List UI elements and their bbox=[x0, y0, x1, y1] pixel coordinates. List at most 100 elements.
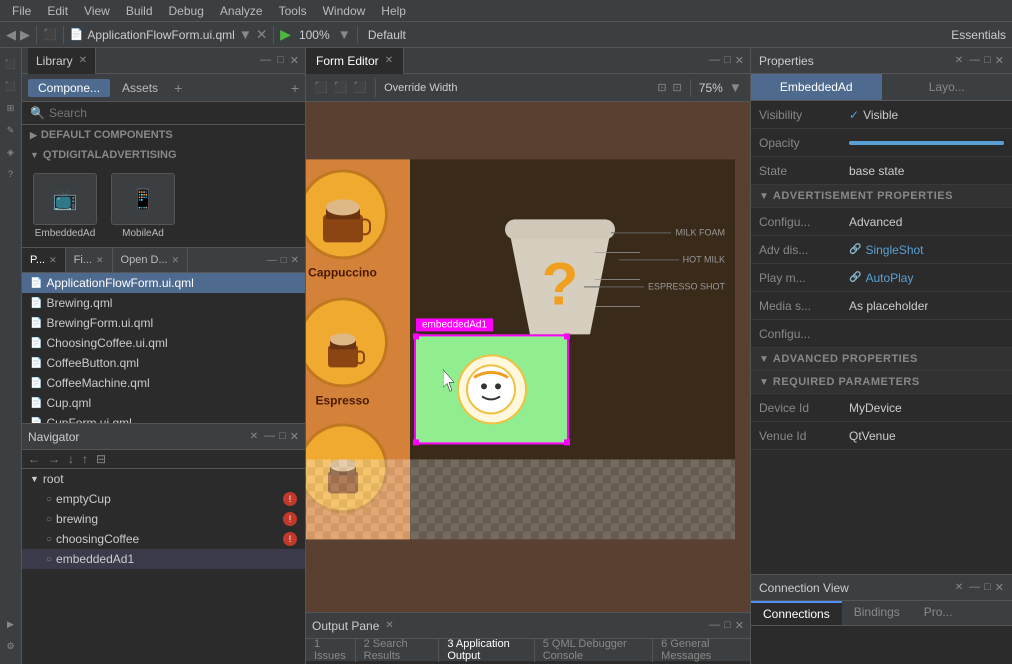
props-close[interactable]: ✕ bbox=[955, 55, 963, 66]
search-input[interactable] bbox=[49, 106, 297, 120]
editor-zoom-dropdown[interactable]: ▼ bbox=[729, 80, 742, 95]
menu-file[interactable]: File bbox=[4, 4, 39, 18]
prop-value-medias[interactable]: As placeholder bbox=[849, 299, 928, 313]
file-item-3[interactable]: 📄 ChoosingCoffee.ui.qml bbox=[22, 333, 305, 353]
nav-cls[interactable]: ✕ bbox=[290, 430, 299, 443]
toolbar-stop[interactable]: ⬛ bbox=[43, 28, 57, 41]
toolbar-back[interactable]: ◀ bbox=[6, 27, 16, 43]
file-item-7[interactable]: 📄 CupForm.ui.qml bbox=[22, 413, 305, 423]
conn-tab-bindings[interactable]: Bindings bbox=[842, 601, 912, 625]
prop-value-advdis[interactable]: SingleShot bbox=[865, 243, 923, 257]
status-general[interactable]: 6 General Messages bbox=[653, 638, 750, 662]
file-item-1[interactable]: 📄 Brewing.qml bbox=[22, 293, 305, 313]
editor-max[interactable]: □ bbox=[724, 54, 731, 67]
add-component[interactable]: + bbox=[174, 80, 182, 96]
icon-bar-item-6[interactable]: ? bbox=[3, 166, 19, 182]
prop-value-config1[interactable]: Advanced bbox=[849, 215, 902, 229]
nav-up-btn[interactable]: ↑ bbox=[82, 452, 88, 466]
conn-close[interactable]: ✕ bbox=[955, 582, 963, 593]
status-qmldebug[interactable]: 5 QML Debugger Console bbox=[535, 638, 653, 662]
toolbar-dropdown[interactable]: ▼ bbox=[239, 27, 252, 42]
editor-tool-snapping[interactable]: ⊡ bbox=[657, 81, 666, 94]
file-tab-p[interactable]: P... ✕ bbox=[22, 248, 66, 272]
editor-tab-form-close[interactable]: ✕ bbox=[385, 55, 393, 66]
file-tab-opend-close[interactable]: ✕ bbox=[172, 255, 180, 266]
qtdigital-header[interactable]: ▼ QTDIGITALADVERTISING bbox=[22, 145, 305, 165]
assets-add[interactable]: + bbox=[291, 80, 299, 96]
conn-tab-pro[interactable]: Pro... bbox=[912, 601, 965, 625]
file-item-4[interactable]: 📄 CoffeeButton.qml bbox=[22, 353, 305, 373]
file-item-6[interactable]: 📄 Cup.qml bbox=[22, 393, 305, 413]
icon-bar-item-8[interactable]: ⚙ bbox=[3, 638, 19, 654]
menu-analyze[interactable]: Analyze bbox=[212, 4, 271, 18]
ad-props-section-header[interactable]: ▼ ADVERTISEMENT PROPERTIES bbox=[751, 185, 1012, 208]
out-cls[interactable]: ✕ bbox=[735, 619, 744, 632]
nav-down-btn[interactable]: ↓ bbox=[68, 452, 74, 466]
opacity-slider[interactable] bbox=[849, 141, 1004, 145]
nav-max[interactable]: □ bbox=[279, 430, 286, 443]
output-pane-close[interactable]: ✕ bbox=[385, 620, 393, 631]
menu-window[interactable]: Window bbox=[315, 4, 374, 18]
icon-bar-item-5[interactable]: ◈ bbox=[3, 144, 19, 160]
icon-bar-item-4[interactable]: ✎ bbox=[3, 122, 19, 138]
toolbar-run[interactable]: ▶ bbox=[280, 26, 291, 43]
file-tab-fi[interactable]: Fi... ✕ bbox=[66, 248, 113, 272]
library-tab[interactable]: Library ✕ bbox=[28, 48, 96, 74]
file-tab-opend[interactable]: Open D... ✕ bbox=[113, 248, 189, 272]
out-min[interactable]: — bbox=[709, 619, 720, 632]
menu-help[interactable]: Help bbox=[373, 4, 414, 18]
icon-bar-item-7[interactable]: ▶ bbox=[3, 616, 19, 632]
toolbar-close-file[interactable]: ✕ bbox=[256, 27, 267, 43]
props-tab-layout[interactable]: Layo... bbox=[882, 74, 1012, 100]
nav-item-root[interactable]: ▼ root bbox=[22, 469, 305, 489]
conn-max[interactable]: □ bbox=[984, 581, 991, 594]
props-cls[interactable]: ✕ bbox=[995, 54, 1004, 67]
editor-tool-align[interactable]: ⊡ bbox=[673, 81, 682, 94]
comp-item-mobilead[interactable]: 📱 MobileAd bbox=[108, 173, 178, 239]
icon-bar-item-1[interactable]: ⬛ bbox=[3, 56, 19, 72]
file-tab-p-close[interactable]: ✕ bbox=[49, 255, 57, 266]
file-tab-min[interactable]: — bbox=[267, 255, 277, 266]
props-min[interactable]: — bbox=[969, 54, 980, 67]
library-maximize[interactable]: □ bbox=[277, 54, 284, 67]
required-params-section-header[interactable]: ▼ REQUIRED PARAMETERS bbox=[751, 371, 1012, 394]
conn-cls[interactable]: ✕ bbox=[995, 581, 1004, 594]
icon-bar-item-3[interactable]: ⊞ bbox=[3, 100, 19, 116]
toolbar-forward[interactable]: ▶ bbox=[20, 27, 30, 43]
editor-min[interactable]: — bbox=[709, 54, 720, 67]
icon-bar-item-2[interactable]: ⬛ bbox=[3, 78, 19, 94]
file-item-5[interactable]: 📄 CoffeeMachine.qml bbox=[22, 373, 305, 393]
embedded-ad-container[interactable]: embeddedAd1 bbox=[414, 334, 569, 444]
props-max[interactable]: □ bbox=[984, 54, 991, 67]
default-components-header[interactable]: ▶ DEFAULT COMPONENTS bbox=[22, 125, 305, 145]
editor-cls[interactable]: ✕ bbox=[735, 54, 744, 67]
library-close[interactable]: ✕ bbox=[290, 54, 299, 67]
status-search[interactable]: 2 Search Results bbox=[356, 638, 440, 662]
comp-item-embeddedad[interactable]: 📺 EmbeddedAd bbox=[30, 173, 100, 239]
canvas-area[interactable]: Cappuccino Espresso bbox=[306, 102, 750, 612]
prop-value-deviceid[interactable]: MyDevice bbox=[849, 401, 902, 415]
menu-view[interactable]: View bbox=[76, 4, 118, 18]
tab-assets[interactable]: Assets bbox=[112, 79, 168, 97]
editor-tool-3[interactable]: ⬛ bbox=[353, 81, 367, 94]
navigator-close[interactable]: ✕ bbox=[250, 431, 258, 442]
menu-build[interactable]: Build bbox=[118, 4, 161, 18]
status-issues[interactable]: 1 Issues bbox=[306, 638, 356, 662]
status-appout[interactable]: 3 Application Output bbox=[439, 638, 534, 662]
nav-item-choosingcoffee[interactable]: ○ choosingCoffee ! bbox=[22, 529, 305, 549]
nav-min[interactable]: — bbox=[264, 430, 275, 443]
props-tab-embeddedad[interactable]: EmbeddedAd bbox=[751, 74, 882, 100]
menu-edit[interactable]: Edit bbox=[39, 4, 76, 18]
editor-tool-expand[interactable]: Override Width bbox=[384, 82, 457, 94]
toolbar-zoom-dropdown[interactable]: ▼ bbox=[338, 27, 351, 42]
nav-item-emptycup[interactable]: ○ emptyCup ! bbox=[22, 489, 305, 509]
prop-value-venueid[interactable]: QtVenue bbox=[849, 429, 896, 443]
prop-value-playm[interactable]: AutoPlay bbox=[865, 271, 913, 285]
editor-tool-2[interactable]: ⬛ bbox=[334, 81, 348, 94]
nav-forward-btn[interactable]: → bbox=[48, 452, 60, 466]
nav-item-embeddedad1[interactable]: ○ embeddedAd1 bbox=[22, 549, 305, 569]
conn-min[interactable]: — bbox=[969, 581, 980, 594]
nav-back-btn[interactable]: ← bbox=[28, 452, 40, 466]
file-tab-close[interactable]: ✕ bbox=[291, 255, 299, 266]
prop-value-state[interactable]: base state bbox=[849, 164, 904, 178]
